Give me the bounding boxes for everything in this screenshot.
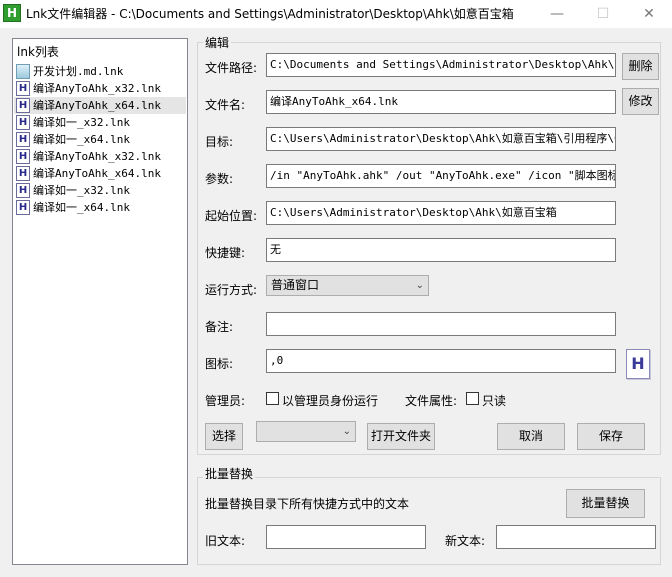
args-field[interactable]: /in "AnyToAhk.ahk" /out "AnyToAhk.exe" /… xyxy=(266,164,616,188)
modify-button[interactable]: 修改 xyxy=(622,88,659,115)
readonly-checkbox-label[interactable]: 只读 xyxy=(482,392,506,409)
ahk-file-icon: H xyxy=(16,149,30,164)
ahk-file-icon: H xyxy=(16,98,30,113)
file-attr-label: 文件属性: xyxy=(405,394,458,408)
batch-group-label: 批量替换 xyxy=(203,465,256,482)
minimize-button[interactable]: — xyxy=(534,0,580,28)
comment-field[interactable] xyxy=(266,312,616,336)
list-item[interactable]: H 编译AnyToAhk_x32.lnk xyxy=(14,148,186,165)
run-mode-label: 运行方式: xyxy=(205,283,258,297)
admin-checkbox-label[interactable]: 以管理员身份运行 xyxy=(282,392,378,409)
admin-label: 管理员: xyxy=(205,394,246,408)
batch-description: 批量替换目录下所有快捷方式中的文本 xyxy=(205,497,410,511)
title-bar: H Lnk文件编辑器 - C:\Documents and Settings\A… xyxy=(0,0,672,28)
ahk-file-icon: H xyxy=(16,183,30,198)
edit-group-label: 编辑 xyxy=(203,34,232,51)
close-button[interactable]: ✕ xyxy=(626,0,672,28)
select-button[interactable]: 选择 xyxy=(205,423,243,450)
list-item-label: 编译如一_x64.lnk xyxy=(33,133,130,146)
comment-label: 备注: xyxy=(205,320,234,334)
ahk-file-icon: H xyxy=(16,115,30,130)
app-icon: H xyxy=(3,4,21,22)
path-label: 文件路径: xyxy=(205,61,258,75)
batch-replace-button[interactable]: 批量替换 xyxy=(566,489,645,518)
list-item-label: 编译AnyToAhk_x64.lnk xyxy=(33,99,161,112)
target-label: 目标: xyxy=(205,135,234,149)
admin-checkbox[interactable] xyxy=(266,392,279,405)
hotkey-label: 快捷键: xyxy=(205,246,246,260)
list-item-label: 编译AnyToAhk_x32.lnk xyxy=(33,150,161,163)
list-item-label: 开发计划.md.lnk xyxy=(33,65,124,78)
old-text-field[interactable] xyxy=(266,525,426,549)
cancel-button[interactable]: 取消 xyxy=(497,423,565,450)
list-item[interactable]: H 编译AnyToAhk_x64.lnk xyxy=(14,97,186,114)
hotkey-field[interactable]: 无 xyxy=(266,238,616,262)
delete-button[interactable]: 删除 xyxy=(622,53,659,80)
save-button[interactable]: 保存 xyxy=(577,423,645,450)
ahk-file-icon: H xyxy=(16,200,30,215)
window-title: Lnk文件编辑器 - C:\Documents and Settings\Adm… xyxy=(26,7,514,21)
lnk-listbox[interactable]: lnk列表 开发计划.md.lnk H 编译AnyToAhk_x32.lnk H 编译A… xyxy=(12,38,188,565)
list-item[interactable]: 开发计划.md.lnk xyxy=(14,63,186,80)
ahk-file-icon: H xyxy=(16,81,30,96)
ahk-file-icon[interactable]: H xyxy=(626,349,650,379)
list-item-label: 编译AnyToAhk_x64.lnk xyxy=(33,167,161,180)
chevron-down-icon: ⌄ xyxy=(342,426,351,437)
list-title: lnk列表 xyxy=(17,45,59,59)
ahk-file-icon: H xyxy=(16,166,30,181)
start-location-label: 起始位置: xyxy=(205,209,258,223)
list-item-label: 编译AnyToAhk_x32.lnk xyxy=(33,82,161,95)
list-item-label: 编译如一_x32.lnk xyxy=(33,184,130,197)
icon-label: 图标: xyxy=(205,357,234,371)
open-folder-button[interactable]: 打开文件夹 xyxy=(367,423,435,450)
maximize-button[interactable]: ☐ xyxy=(580,0,626,28)
target-field[interactable]: C:\Users\Administrator\Desktop\Ahk\如意百宝箱… xyxy=(266,127,616,151)
old-text-label: 旧文本: xyxy=(205,534,246,548)
run-mode-value: 普通窗口 xyxy=(271,278,320,292)
run-mode-select[interactable]: 普通窗口 ⌄ xyxy=(266,275,429,296)
list-item[interactable]: H 编译AnyToAhk_x64.lnk xyxy=(14,165,186,182)
ahk-file-icon: H xyxy=(16,132,30,147)
name-field[interactable]: 编译AnyToAhk_x64.lnk xyxy=(266,90,616,114)
new-text-label: 新文本: xyxy=(445,534,486,548)
list-item[interactable]: H 编译如一_x64.lnk xyxy=(14,131,186,148)
list-item[interactable]: H 编译如一_x32.lnk xyxy=(14,114,186,131)
name-label: 文件名: xyxy=(205,98,246,112)
readonly-checkbox[interactable] xyxy=(466,392,479,405)
document-file-icon xyxy=(16,64,30,79)
path-field[interactable]: C:\Documents and Settings\Administrator\… xyxy=(266,53,616,77)
icon-field[interactable]: ,0 xyxy=(266,349,616,373)
list-item-label: 编译如一_x64.lnk xyxy=(33,201,130,214)
list-item[interactable]: H 编译如一_x64.lnk xyxy=(14,199,186,216)
chevron-down-icon: ⌄ xyxy=(415,280,424,291)
list-item[interactable]: H 编译如一_x32.lnk xyxy=(14,182,186,199)
start-location-field[interactable]: C:\Users\Administrator\Desktop\Ahk\如意百宝箱 xyxy=(266,201,616,225)
args-label: 参数: xyxy=(205,172,234,186)
list-item-label: 编译如一_x32.lnk xyxy=(33,116,130,129)
new-text-field[interactable] xyxy=(496,525,656,549)
list-item[interactable]: H 编译AnyToAhk_x32.lnk xyxy=(14,80,186,97)
secondary-select[interactable]: ⌄ xyxy=(256,421,356,442)
